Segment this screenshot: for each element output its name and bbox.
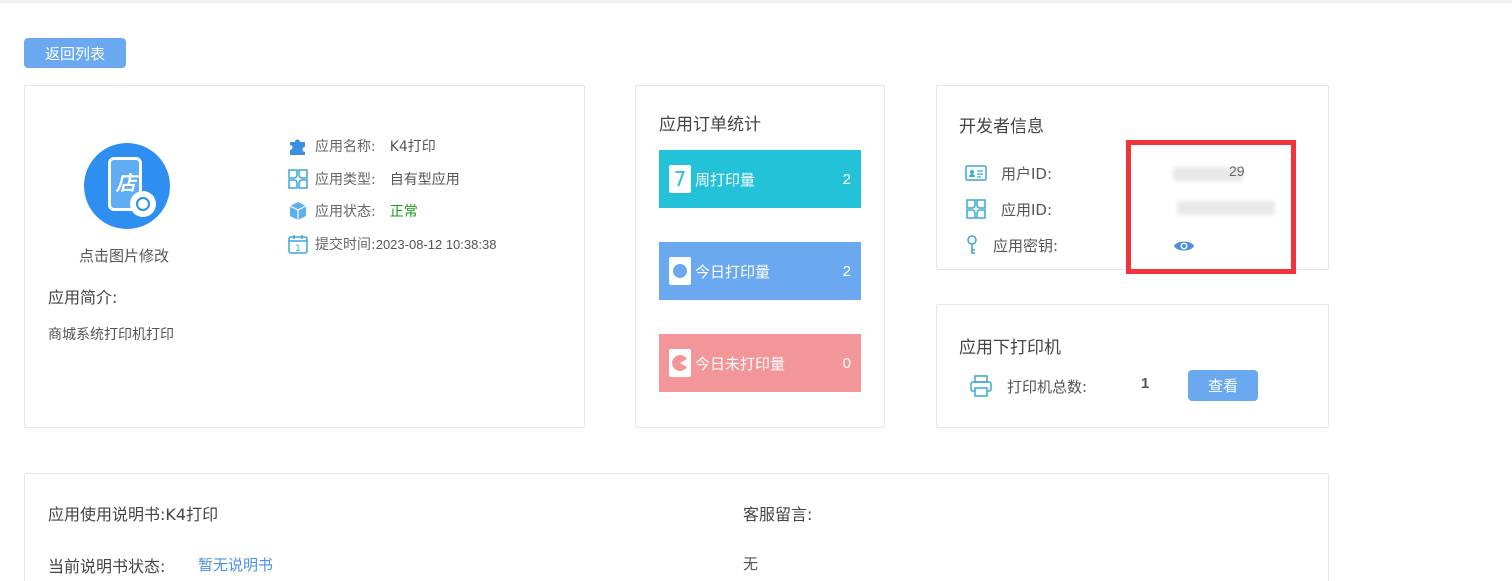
printer-total-row: 打印机总数:: [969, 371, 1087, 401]
logo-caption[interactable]: 点击图片修改: [79, 245, 169, 266]
id-card-icon: [965, 165, 987, 181]
circle-icon: [669, 257, 691, 285]
puzzle-icon: [290, 139, 305, 155]
pacman-icon: [669, 349, 691, 377]
highlight-box: [1126, 140, 1296, 274]
app-name-row: 应用名称: K4打印: [287, 134, 436, 158]
stat-unprinted-label: 今日未打印量: [695, 354, 786, 373]
stat-today-value: 2: [842, 262, 851, 280]
stat-weekly-prints: 7 周打印量 2: [659, 150, 861, 208]
app-name-label: 应用名称:: [315, 139, 376, 155]
stat-unprinted-value: 0: [842, 354, 851, 372]
mini-program-icon: [130, 191, 156, 217]
stats-title: 应用订单统计: [659, 115, 761, 135]
seven-icon: 7: [669, 165, 691, 193]
app-status-row: 应用状态: 正常: [287, 199, 418, 223]
app-type-row: 应用类型: 自有型应用: [287, 167, 460, 191]
stat-today-label: 今日打印量: [695, 262, 771, 281]
app-status-value: 正常: [389, 204, 418, 220]
app-type-value: 自有型应用: [389, 172, 460, 188]
app-status-label: 应用状态:: [315, 204, 376, 220]
app-logo[interactable]: 店: [84, 143, 170, 229]
order-stats-card: 应用订单统计 7 周打印量 2 今日打印量 2 今日未打印量 0: [635, 85, 885, 428]
app-id-label: 应用ID:: [1001, 200, 1053, 219]
printers-card: 应用下打印机 打印机总数: 1 查看: [936, 304, 1329, 428]
submit-time-label: 提交时间:: [315, 237, 376, 253]
printer-icon: [970, 375, 992, 397]
stat-weekly-value: 2: [842, 170, 851, 188]
submit-time-value: 2023-08-12 10:38:38: [375, 236, 497, 252]
manual-card: 应用使用说明书:K4打印 当前说明书状态: 暂无说明书 客服留言: 无: [24, 473, 1329, 581]
top-border: [0, 0, 1512, 3]
cube-icon: [289, 202, 307, 220]
app-secret-row: 应用密钥:: [961, 233, 1058, 257]
app-name-value: K4打印: [389, 139, 436, 155]
stat-today-unprinted: 今日未打印量 0: [659, 334, 861, 392]
printers-title: 应用下打印机: [959, 338, 1061, 358]
stat-weekly-label: 周打印量: [695, 170, 756, 189]
app-id-row: 应用ID:: [965, 197, 1052, 221]
intro-title: 应用简介:: [48, 288, 118, 307]
app-info-card: 店 点击图片修改 应用简介: 商城系统打印机打印 应用名称: K4打印 应用类型…: [24, 85, 585, 428]
printer-total-label: 打印机总数:: [1007, 377, 1088, 396]
app-secret-label: 应用密钥:: [993, 236, 1059, 255]
submit-time-row: 1 提交时间: 2023-08-12 10:38:38: [287, 232, 496, 256]
message-title: 客服留言:: [743, 505, 813, 524]
stat-today-prints: 今日打印量 2: [659, 242, 861, 300]
intro-text: 商城系统打印机打印: [48, 327, 174, 343]
calendar-icon: 1: [288, 235, 308, 254]
clover-icon: [288, 169, 308, 189]
developer-title: 开发者信息: [959, 117, 1044, 137]
user-id-label: 用户ID:: [1001, 164, 1053, 183]
manual-status-link[interactable]: 暂无说明书: [198, 554, 273, 575]
message-value: 无: [743, 555, 759, 573]
view-printers-button[interactable]: 查看: [1188, 370, 1258, 401]
app-type-label: 应用类型:: [315, 172, 376, 188]
manual-title: 应用使用说明书:K4打印: [48, 505, 219, 524]
clover-icon: [966, 199, 986, 219]
user-id-row: 用户ID:: [965, 161, 1052, 185]
printer-total-value: 1: [1141, 375, 1150, 392]
back-to-list-button[interactable]: 返回列表: [24, 38, 126, 68]
key-icon: [967, 235, 977, 254]
manual-status-label: 当前说明书状态:: [48, 557, 166, 576]
svg-text:1: 1: [295, 244, 301, 254]
